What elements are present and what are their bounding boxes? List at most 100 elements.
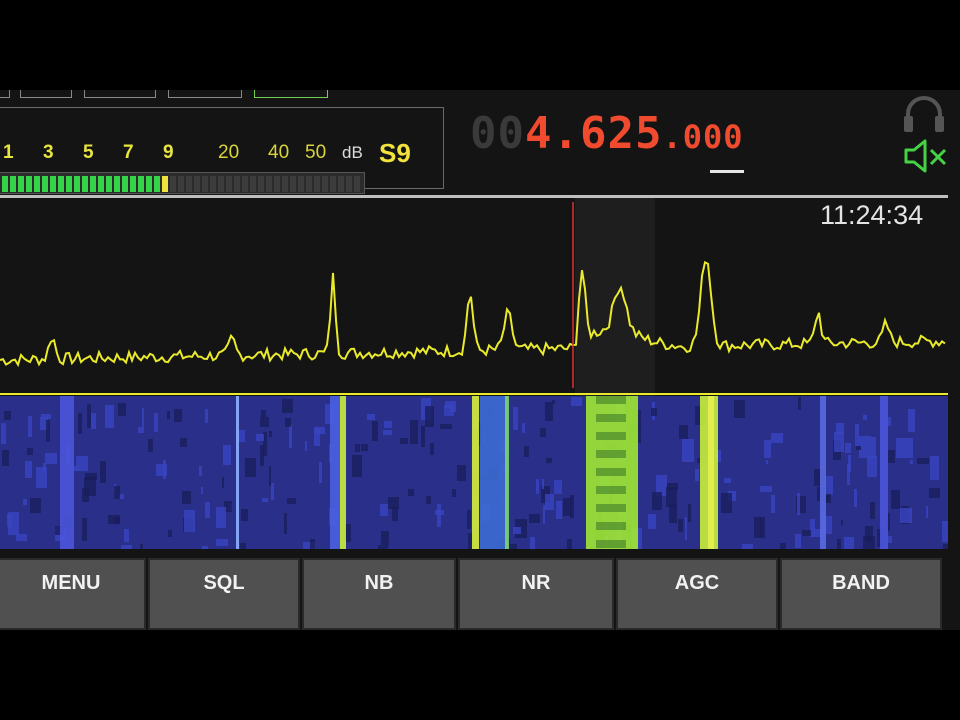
sql-button[interactable]: SQL — [148, 558, 300, 630]
waterfall-noise — [766, 460, 768, 464]
waterfall-noise — [269, 466, 271, 486]
waterfall-noise — [27, 448, 33, 455]
frequency-leading-digits: 00 — [470, 108, 525, 159]
waterfall-noise — [764, 440, 771, 458]
waterfall-noise — [760, 486, 772, 492]
waterfall-signal — [480, 396, 508, 549]
meter-segment — [154, 176, 160, 192]
top-tab[interactable] — [168, 90, 242, 98]
waterfall-noise — [138, 427, 144, 433]
waterfall-signal — [596, 468, 626, 476]
waterfall-noise — [25, 461, 32, 478]
meter-segment — [138, 176, 144, 192]
spectrum-trace — [0, 260, 946, 368]
waterfall-noise — [380, 504, 388, 516]
waterfall-noise — [841, 520, 843, 525]
agc-button[interactable]: AGC — [616, 558, 778, 630]
waterfall-noise — [522, 423, 525, 433]
waterfall-noise — [205, 502, 210, 518]
db-scale-label: 20 — [218, 142, 240, 163]
nb-button-label: NB — [364, 572, 394, 594]
waterfall-noise — [524, 446, 529, 457]
waterfall-noise — [887, 450, 895, 463]
top-tab[interactable] — [254, 90, 328, 98]
button-bar: MENU SQL NB NR AGC BAND — [0, 556, 948, 630]
waterfall-noise — [114, 517, 120, 524]
top-tab[interactable] — [0, 90, 10, 98]
waterfall-noise — [269, 431, 272, 437]
headphones-icon[interactable] — [902, 94, 946, 134]
waterfall-noise — [795, 534, 801, 548]
waterfall-noise — [223, 445, 231, 465]
top-tab[interactable] — [84, 90, 156, 98]
waterfall-noise — [929, 488, 940, 498]
waterfall-noise — [23, 499, 27, 505]
waterfall-noise — [942, 521, 951, 542]
meter-segment — [306, 176, 312, 192]
waterfall-noise — [121, 545, 132, 558]
waterfall-noise — [545, 494, 554, 510]
waterfall-signal — [596, 396, 626, 404]
waterfall-noise — [245, 458, 256, 477]
nb-button[interactable]: NB — [302, 558, 456, 630]
waterfall-noise — [888, 536, 892, 543]
meter-segment — [58, 176, 64, 192]
waterfall-noise — [287, 498, 296, 504]
meter-segment — [354, 176, 360, 192]
band-button[interactable]: BAND — [780, 558, 942, 630]
speaker-muted-icon[interactable] — [903, 136, 951, 176]
menu-button[interactable]: MENU — [0, 558, 146, 630]
meter-segment — [290, 176, 296, 192]
meter-segment — [162, 176, 168, 192]
waterfall-noise — [118, 403, 126, 416]
waterfall-noise — [651, 408, 657, 416]
waterfall-noise — [285, 418, 291, 427]
waterfall-noise — [319, 462, 322, 483]
spectrum-display[interactable] — [0, 198, 948, 398]
waterfall-noise — [383, 430, 392, 435]
waterfall-noise — [262, 498, 268, 502]
waterfall-signal — [880, 396, 888, 549]
waterfall-noise — [216, 507, 226, 528]
meter-segment — [194, 176, 200, 192]
waterfall-signal — [472, 396, 479, 549]
top-tab[interactable] — [20, 90, 72, 98]
waterfall-noise — [513, 527, 521, 534]
waterfall-noise — [688, 504, 691, 522]
waterfall-signal — [505, 396, 509, 549]
waterfall-noise — [271, 483, 274, 500]
waterfall-noise — [871, 437, 876, 458]
s-scale-label: 9 — [163, 142, 174, 163]
nr-button-label: NR — [521, 572, 551, 594]
waterfall-signal — [596, 432, 626, 440]
waterfall-noise — [908, 438, 913, 458]
waterfall-noise — [867, 456, 877, 477]
waterfall-noise — [85, 473, 97, 480]
waterfall-signal — [236, 396, 239, 549]
waterfall-noise — [669, 504, 677, 523]
waterfall-noise — [682, 439, 694, 462]
meter-segment — [346, 176, 352, 192]
waterfall-noise — [529, 514, 540, 523]
nr-button[interactable]: NR — [458, 558, 614, 630]
waterfall-signal — [820, 396, 826, 549]
waterfall-noise — [289, 425, 292, 448]
meter-segment — [18, 176, 24, 192]
waterfall-noise — [256, 434, 264, 441]
waterfall-display[interactable] — [0, 396, 953, 569]
waterfall-noise — [452, 489, 456, 497]
waterfall-noise — [30, 498, 41, 513]
meter-segment — [90, 176, 96, 192]
waterfall-noise — [361, 444, 368, 451]
waterfall-noise — [284, 513, 287, 534]
meter-segment — [114, 176, 120, 192]
waterfall-noise — [854, 489, 857, 507]
frequency-display[interactable]: 004.625.000 — [470, 108, 744, 159]
waterfall-noise — [45, 453, 57, 464]
waterfall-noise — [510, 544, 517, 568]
waterfall-noise — [546, 458, 552, 463]
waterfall-noise — [797, 493, 800, 515]
waterfall-noise — [381, 531, 389, 545]
waterfall-noise — [410, 420, 418, 444]
waterfall-noise — [282, 399, 293, 413]
